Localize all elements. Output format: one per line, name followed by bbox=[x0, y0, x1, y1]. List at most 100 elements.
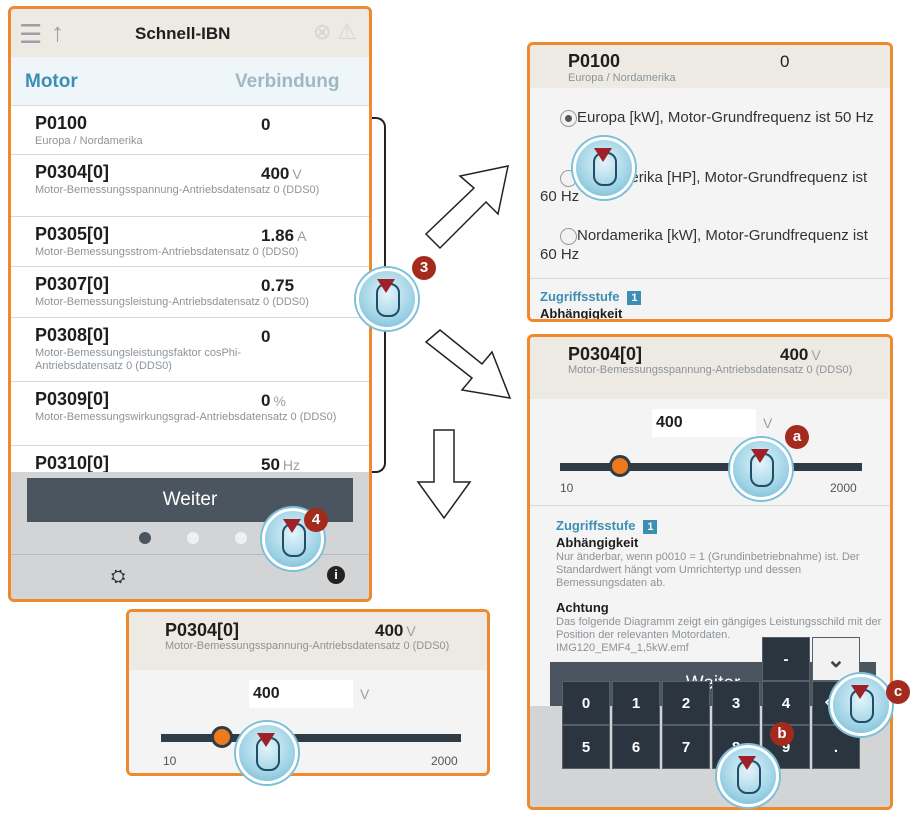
param-desc: Motor-Bemessungsleistung-Antriebsdatensa… bbox=[35, 296, 309, 308]
param-name: P0304[0] bbox=[568, 344, 643, 364]
value-unit: V bbox=[763, 415, 773, 431]
param-desc: Motor-Bemessungsspannung-Antriebsdatensa… bbox=[35, 184, 320, 196]
header-title: Schnell-IBN bbox=[135, 24, 231, 43]
param-row-p0100[interactable]: P0100 0 Europa / Nordamerika bbox=[11, 106, 369, 154]
arrow-down-right-icon bbox=[424, 329, 512, 399]
param-name: P0305[0] bbox=[35, 224, 110, 244]
touch-cursor-icon bbox=[573, 137, 635, 199]
access-level: Zugriffsstufe 1 bbox=[540, 289, 642, 305]
param-row-p0307[interactable]: P0307[0] 0.75 Motor-Bemessungsleistung-A… bbox=[11, 267, 369, 315]
param-name: P0310[0] bbox=[35, 453, 110, 472]
voltage-edit-panel: P0304[0] 400 V Motor-Bemessungsspannung-A… bbox=[527, 334, 893, 810]
param-value: 1.86 A bbox=[261, 226, 307, 245]
slider-min: 10 bbox=[560, 481, 574, 495]
slider-max: 2000 bbox=[830, 481, 857, 495]
param-value: 400 V bbox=[375, 621, 416, 640]
param-name: P0308[0] bbox=[35, 325, 110, 345]
key-3[interactable]: 3 bbox=[712, 681, 760, 725]
slider-track[interactable] bbox=[560, 463, 862, 471]
param-name: P0307[0] bbox=[35, 274, 110, 294]
dependency-label: Abhängigkeit bbox=[540, 306, 623, 321]
app-header: ☰ ↑ Schnell-IBN ⊗ ⚠ bbox=[11, 9, 369, 57]
param-value: 0.75 bbox=[261, 276, 295, 295]
warning-icon[interactable]: ⚠ bbox=[337, 19, 357, 45]
key-4[interactable]: 4 bbox=[762, 681, 810, 725]
param-name: P0304[0] bbox=[35, 162, 110, 182]
arrow-down-icon bbox=[416, 429, 472, 520]
slider-min: 10 bbox=[163, 754, 177, 768]
param-header: P0304[0] 400 V Motor-Bemessungsspannung-A… bbox=[530, 337, 890, 399]
error-icon[interactable]: ⊗ bbox=[313, 19, 331, 45]
step-badge-4: 4 bbox=[304, 508, 328, 532]
step-badge-c: c bbox=[886, 680, 910, 704]
menu-icon[interactable]: ☰ bbox=[19, 19, 42, 50]
param-name: P0100 bbox=[568, 51, 621, 71]
param-desc: Motor-Bemessungsleistungsfaktor cosPhi-A… bbox=[35, 347, 242, 372]
param-value: 0% bbox=[261, 391, 286, 410]
slider-knob[interactable] bbox=[609, 455, 632, 477]
key-5[interactable]: 5 bbox=[562, 725, 610, 769]
key-2[interactable]: 2 bbox=[662, 681, 710, 725]
param-row-p0310[interactable]: P0310[0] 50 Hz bbox=[11, 446, 369, 472]
value-editor: 400 V 10 2000 bbox=[530, 399, 890, 505]
step-badge-a: a bbox=[785, 425, 809, 449]
param-value: 0 bbox=[261, 115, 271, 134]
warning-file: IMG120_EMF4_1,5kW.emf bbox=[556, 642, 689, 654]
param-header: P0100 0 Europa / Nordamerika bbox=[530, 45, 890, 88]
tab-bar: Motor Verbindung bbox=[11, 57, 369, 105]
param-value: 400 V bbox=[261, 164, 302, 183]
param-desc: Motor-Bemessungsstrom-Antriebsdatensatz … bbox=[35, 246, 299, 258]
page-dot[interactable] bbox=[187, 532, 199, 544]
value-input[interactable]: 400 bbox=[652, 409, 756, 437]
param-value: 0 bbox=[261, 327, 271, 346]
param-name: P0304[0] bbox=[165, 620, 240, 640]
dependency-text: Nur änderbar, wenn p0010 = 1 (Grundinbet… bbox=[556, 551, 860, 589]
page-dot[interactable] bbox=[235, 532, 247, 544]
dependency-label: Abhängigkeit bbox=[556, 535, 639, 550]
touch-cursor-icon bbox=[830, 674, 892, 736]
option-europa[interactable]: Europa [kW], Motor-Grundfrequenz ist 50 … bbox=[540, 108, 880, 127]
value-editor: 400 V 10 2000 bbox=[129, 670, 487, 773]
key-6[interactable]: 6 bbox=[612, 725, 660, 769]
option-nordamerika-kw[interactable]: Nordamerika [kW], Motor-Grundfrequenz is… bbox=[540, 226, 880, 264]
key-minus[interactable]: - bbox=[762, 637, 810, 681]
slider-track[interactable] bbox=[161, 734, 461, 742]
param-row-p0305[interactable]: P0305[0] 1.86 A Motor-Bemessungsstrom-Ant… bbox=[11, 217, 369, 265]
param-desc: Motor-Bemessungsspannung-Antriebsdatensa… bbox=[165, 640, 450, 652]
slider-knob[interactable] bbox=[211, 726, 233, 748]
key-1[interactable]: 1 bbox=[612, 681, 660, 725]
arrow-up-right-icon bbox=[424, 165, 509, 250]
touch-cursor-icon bbox=[236, 722, 298, 784]
touch-cursor-icon bbox=[717, 745, 779, 807]
slider-max: 2000 bbox=[431, 754, 458, 768]
key-7[interactable]: 7 bbox=[662, 725, 710, 769]
tab-verbindung[interactable]: Verbindung bbox=[235, 71, 340, 93]
page-dot-active[interactable] bbox=[139, 532, 151, 544]
param-value: 50 Hz bbox=[261, 455, 301, 472]
param-row-p0304[interactable]: P0304[0] 400 V Motor-Bemessungsspannung-A… bbox=[11, 155, 369, 215]
touch-cursor-icon bbox=[356, 268, 418, 330]
param-name: P0309[0] bbox=[35, 389, 110, 409]
voltage-slider-panel: P0304[0] 400 V Motor-Bemessungsspannung-A… bbox=[126, 609, 490, 776]
param-row-p0308[interactable]: P0308[0] 0 Motor-Bemessungsleistungsfakt… bbox=[11, 318, 369, 378]
param-row-p0309[interactable]: P0309[0] 0% Motor-Bemessungswirkungsgrad… bbox=[11, 382, 369, 444]
param-desc: Motor-Bemessungsspannung-Antriebsdatensa… bbox=[568, 364, 853, 376]
info-icon[interactable]: i bbox=[327, 566, 345, 584]
tab-motor[interactable]: Motor bbox=[25, 71, 78, 93]
param-header: P0304[0] 400 V Motor-Bemessungsspannung-A… bbox=[129, 612, 487, 670]
param-desc: Europa / Nordamerika bbox=[568, 72, 676, 84]
param-desc: Europa / Nordamerika bbox=[35, 135, 143, 147]
plant-icon[interactable]: ⛭ bbox=[111, 566, 125, 587]
param-desc: Motor-Bemessungswirkungsgrad-Antriebsdat… bbox=[35, 411, 337, 423]
param-value: 0 bbox=[780, 52, 790, 71]
param-value: 400 V bbox=[780, 345, 821, 364]
value-input[interactable]: 400 bbox=[249, 680, 353, 708]
arrow-up-icon[interactable]: ↑ bbox=[51, 17, 64, 48]
touch-cursor-icon bbox=[730, 438, 792, 500]
step-badge-3: 3 bbox=[412, 256, 436, 280]
key-0[interactable]: 0 bbox=[562, 681, 610, 725]
step-badge-b: b bbox=[770, 722, 794, 746]
param-name: P0100 bbox=[35, 113, 88, 133]
value-unit: V bbox=[360, 686, 370, 702]
info-section: Zugriffsstufe 1 Abhängigkeit bbox=[530, 279, 890, 319]
